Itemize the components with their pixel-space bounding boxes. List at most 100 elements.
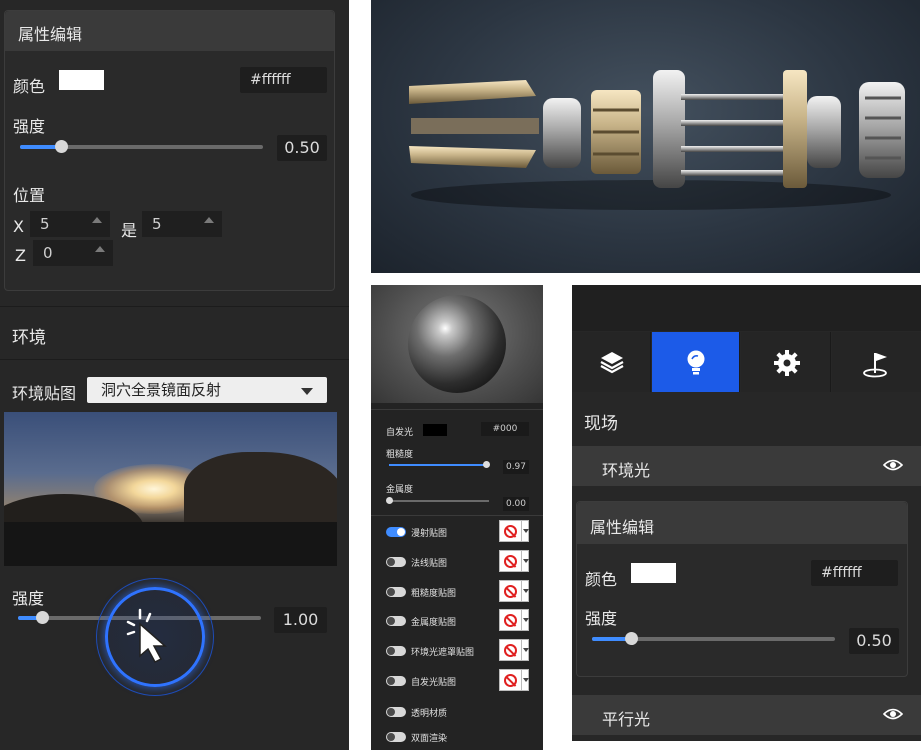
tab-layers[interactable]: [572, 332, 651, 392]
flag-icon: [863, 353, 887, 378]
chevron-down-icon[interactable]: [521, 551, 529, 571]
position-z-value: 0: [43, 244, 53, 262]
chevron-down-icon[interactable]: [521, 640, 529, 660]
map-row-diffuse: 漫射贴图: [371, 520, 543, 550]
divider: [371, 409, 543, 410]
metalness-value-input[interactable]: 0.00: [503, 497, 529, 511]
no-entry-icon: [504, 614, 517, 627]
map-toggle[interactable]: [386, 646, 406, 656]
intensity-value-input[interactable]: 0.50: [849, 628, 899, 654]
tab-lights[interactable]: [652, 332, 740, 392]
map-picker-button[interactable]: [499, 580, 529, 602]
map-toggle[interactable]: [386, 527, 406, 537]
property-editor-header[interactable]: 属性编辑: [577, 502, 907, 544]
spin-up-icon[interactable]: [95, 246, 105, 252]
map-row-emissive: 自发光贴图: [371, 669, 543, 699]
color-label: 颜色: [585, 570, 618, 589]
intensity-slider-handle[interactable]: [624, 632, 638, 645]
map-label: 粗糙度贴图: [411, 589, 457, 599]
no-entry-icon: [504, 644, 517, 657]
position-y-value: 5: [152, 215, 162, 233]
map-row-roughness: 粗糙度贴图: [371, 580, 543, 610]
emissive-label: 自发光: [386, 428, 414, 438]
intensity-label: 强度: [13, 117, 46, 136]
map-toggle[interactable]: [386, 707, 406, 717]
property-editor-title: 属性编辑: [18, 25, 83, 44]
directional-light-label: 平行光: [602, 710, 651, 729]
map-row-transparent: 透明材质: [371, 701, 543, 723]
env-intensity-value-input[interactable]: 1.00: [274, 607, 327, 633]
map-toggle[interactable]: [386, 587, 406, 597]
chevron-down-icon: [301, 388, 313, 395]
spin-up-icon[interactable]: [204, 217, 214, 223]
map-label: 金属度贴图: [411, 618, 457, 628]
environment-section-title: 环境: [12, 328, 46, 348]
material-panel: 自发光 #000 粗糙度 0.97 金属度 0.00 漫射贴图 法线贴图 粗糙度…: [371, 285, 543, 750]
spin-up-icon[interactable]: [92, 217, 102, 223]
emissive-swatch[interactable]: [423, 424, 447, 436]
ambient-light-row[interactable]: 环境光: [572, 446, 921, 486]
metalness-slider-handle[interactable]: [385, 497, 393, 504]
z-label: Z: [15, 246, 26, 265]
map-toggle[interactable]: [386, 557, 406, 567]
env-map-label: 环境贴图: [12, 384, 77, 403]
chevron-down-icon[interactable]: [521, 610, 529, 630]
roughness-value-input[interactable]: 0.97: [503, 460, 529, 474]
eye-icon[interactable]: [883, 707, 903, 721]
map-toggle[interactable]: [386, 616, 406, 626]
chevron-down-icon[interactable]: [521, 670, 529, 690]
map-toggle[interactable]: [386, 676, 406, 686]
color-hex-input[interactable]: #ffffff: [811, 560, 898, 586]
position-x-input[interactable]: 5: [30, 211, 110, 237]
env-map-preview: [4, 412, 337, 566]
y-label: 是: [121, 221, 138, 240]
property-editor-header[interactable]: 属性编辑: [5, 11, 334, 51]
map-picker-button[interactable]: [499, 520, 529, 542]
map-picker-button[interactable]: [499, 669, 529, 691]
x-label: X: [13, 217, 24, 236]
tab-settings[interactable]: [741, 332, 831, 392]
color-swatch[interactable]: [631, 563, 676, 583]
tab-location[interactable]: [832, 332, 921, 392]
divider: [371, 515, 543, 516]
env-map-select[interactable]: 洞穴全景镜面反射: [87, 377, 327, 403]
color-label: 颜色: [13, 77, 46, 96]
position-z-input[interactable]: 0: [33, 240, 113, 266]
map-picker-button[interactable]: [499, 550, 529, 572]
model-render-view[interactable]: [371, 0, 920, 273]
position-label: 位置: [13, 186, 46, 205]
env-intensity-slider-handle[interactable]: [35, 611, 49, 624]
map-label: 双面渲染: [411, 734, 448, 744]
metalness-label: 金属度: [386, 485, 414, 495]
map-label: 法线贴图: [411, 559, 448, 569]
color-hex-input[interactable]: #ffffff: [240, 67, 327, 93]
intensity-slider-handle[interactable]: [54, 140, 68, 153]
map-picker-button[interactable]: [499, 639, 529, 661]
map-toggle[interactable]: [386, 732, 406, 742]
intensity-value-input[interactable]: 0.50: [277, 135, 327, 161]
map-label: 自发光贴图: [411, 678, 457, 688]
emissive-hex-input[interactable]: #000: [481, 422, 529, 436]
env-map-selected: 洞穴全景镜面反射: [101, 381, 222, 399]
map-picker-button[interactable]: [499, 609, 529, 631]
position-y-input[interactable]: 5: [142, 211, 222, 237]
directional-light-row[interactable]: 平行光: [572, 695, 921, 735]
metalness-slider-track[interactable]: [389, 500, 489, 502]
lightbulb-icon: [687, 350, 705, 375]
chevron-down-icon[interactable]: [521, 521, 529, 541]
color-swatch[interactable]: [59, 70, 104, 90]
roughness-slider-handle[interactable]: [482, 461, 490, 468]
scene-title: 现场: [584, 414, 618, 434]
map-row-ao: 环境光遮罩贴图: [371, 639, 543, 669]
chevron-down-icon[interactable]: [521, 581, 529, 601]
map-label: 透明材质: [411, 709, 448, 719]
map-label: 漫射贴图: [411, 529, 448, 539]
no-entry-icon: [504, 555, 517, 568]
scene-panel: 现场 环境光 属性编辑 颜色 #ffffff 强度 0.50 平行光: [572, 285, 921, 741]
no-entry-icon: [504, 674, 517, 687]
property-editor-card: 属性编辑 颜色 #ffffff 强度 0.50: [576, 501, 908, 677]
eye-icon[interactable]: [883, 458, 903, 472]
no-entry-icon: [504, 585, 517, 598]
divider: [0, 359, 349, 360]
ambient-light-label: 环境光: [602, 461, 651, 480]
